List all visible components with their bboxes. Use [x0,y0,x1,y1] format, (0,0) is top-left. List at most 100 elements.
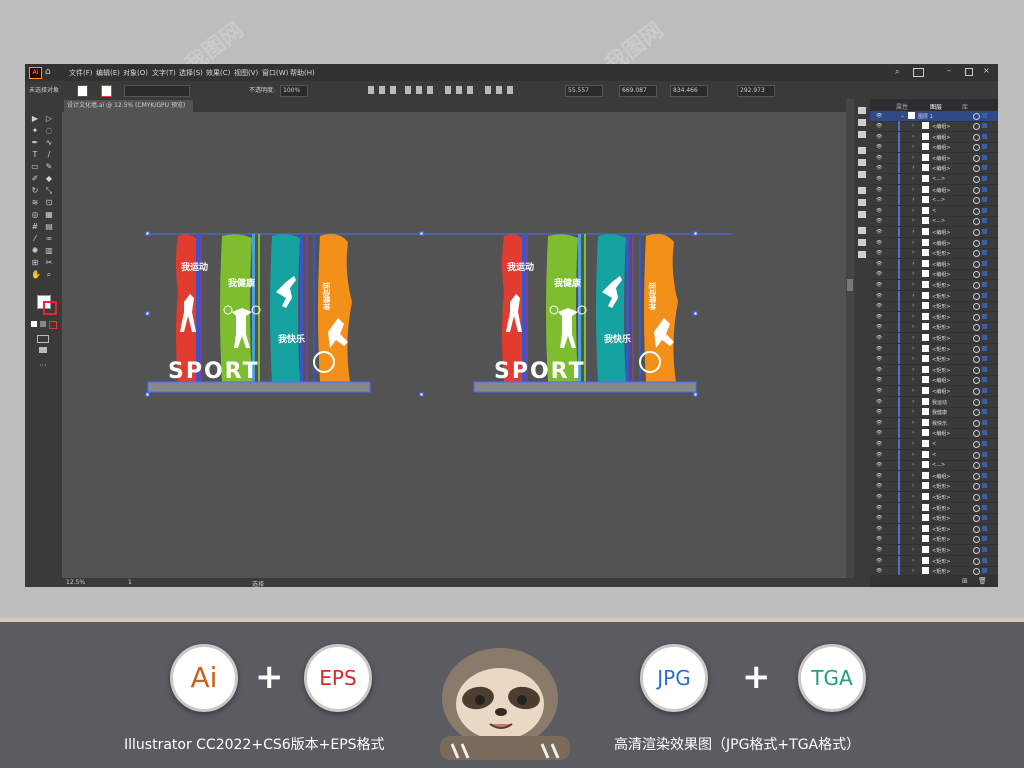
x-field[interactable]: 55.557 [565,85,603,97]
target-circle-icon[interactable] [973,176,980,183]
target-circle-icon[interactable] [973,515,980,523]
visibility-eye-icon[interactable]: 👁 [876,515,882,521]
layer-row[interactable]: 👁 › <...> [870,174,998,185]
expand-arrow-icon[interactable]: › [912,472,914,479]
selection-indicator[interactable] [982,557,987,563]
target-circle-icon[interactable] [973,388,980,395]
layer-row[interactable]: 👁 › <...> [870,216,998,228]
layer-row[interactable]: 👁 › <编组> [870,227,998,238]
layer-row[interactable]: 👁 › < [870,205,998,217]
selection-indicator[interactable] [982,451,987,457]
selection-indicator[interactable] [982,239,987,245]
rectangle-tool-icon[interactable]: ▭ [31,163,39,171]
vertical-scrollbar[interactable] [846,99,854,578]
expand-arrow-icon[interactable]: › [912,186,914,193]
expand-arrow-icon[interactable]: › [912,323,914,330]
selection-indicator[interactable] [982,250,987,256]
visibility-eye-icon[interactable]: 👁 [876,134,882,140]
visibility-eye-icon[interactable]: 👁 [876,218,882,224]
layer-row[interactable]: 👁 › < [870,439,998,450]
visibility-eye-icon[interactable]: 👁 [876,473,882,479]
layer-row[interactable]: 👁 › <矩形> [870,311,998,323]
visibility-eye-icon[interactable]: 👁 [876,208,882,214]
visibility-eye-icon[interactable]: 👁 [876,261,882,267]
layer-row[interactable]: 👁 › <矩形> [870,481,998,493]
expand-arrow-icon[interactable]: › [912,270,914,277]
visibility-eye-icon[interactable]: 👁 [876,505,882,511]
none-mode-icon[interactable] [49,321,57,329]
transparency-icon[interactable] [858,211,866,218]
menu-type[interactable]: 文字(T) [152,68,176,78]
visibility-eye-icon[interactable]: 👁 [876,155,882,161]
target-circle-icon[interactable] [973,377,980,385]
target-circle-icon[interactable] [973,154,980,162]
selection-indicator[interactable] [982,282,987,287]
width-tool-icon[interactable]: ≋ [31,199,39,207]
visibility-eye-icon[interactable]: 👁 [876,176,882,182]
expand-arrow-icon[interactable]: › [912,557,914,564]
visibility-eye-icon[interactable]: 👁 [876,526,882,532]
expand-arrow-icon[interactable]: › [912,313,914,320]
target-circle-icon[interactable] [973,398,980,406]
layer-row[interactable]: 👁 › <编组> [870,269,998,281]
visibility-eye-icon[interactable]: 👁 [876,462,882,468]
layer-row[interactable]: 👁 › <编组> [870,258,998,270]
selection-indicator[interactable] [982,504,987,510]
color-icon[interactable] [858,119,866,126]
target-circle-icon[interactable] [973,335,980,342]
layer-row[interactable]: 👁 › <编组> [870,152,998,164]
target-circle-icon[interactable] [973,525,980,533]
pathfinder-icon[interactable] [858,251,866,258]
selection-indicator[interactable] [982,324,987,330]
selection-indicator[interactable] [982,292,987,298]
menu-help[interactable]: 帮助(H) [290,68,315,78]
target-circle-icon[interactable] [973,441,980,448]
arrange-icon[interactable] [913,68,924,77]
target-circle-icon[interactable] [973,282,980,289]
gradient-tool-icon[interactable]: ▤ [45,223,53,231]
layer-row[interactable]: 👁 › <编组> [870,470,998,482]
more-tools-icon[interactable]: ··· [39,361,47,370]
visibility-eye-icon[interactable]: 👁 [876,197,882,203]
target-circle-icon[interactable] [973,186,980,194]
layer-row[interactable]: 👁 › <矩形> [870,301,998,313]
expand-arrow-icon[interactable]: › [912,143,914,150]
selection-indicator[interactable] [982,303,987,309]
visibility-eye-icon[interactable]: 👁 [876,293,882,299]
expand-arrow-icon[interactable]: ⌄ [900,112,905,119]
selection-indicator[interactable] [982,197,987,203]
target-circle-icon[interactable] [973,207,980,215]
expand-arrow-icon[interactable]: › [912,429,914,436]
visibility-eye-icon[interactable]: 👁 [876,314,882,320]
expand-arrow-icon[interactable]: › [912,281,914,288]
selection-indicator[interactable] [982,525,987,531]
expand-arrow-icon[interactable]: › [912,207,914,214]
canvas-area[interactable]: 我运动 我健康 我快乐 运动精神 SPORT 我运动 我健康 我快乐 运动精神 … [62,112,846,578]
visibility-eye-icon[interactable]: 👁 [876,165,882,171]
layer-row[interactable]: 👁 › <...> [870,195,998,207]
hand-tool-icon[interactable]: ✋ [31,271,41,279]
selection-indicator[interactable] [982,229,987,234]
visibility-eye-icon[interactable]: 👁 [876,494,882,500]
target-circle-icon[interactable] [973,483,980,491]
distribute-right-icon[interactable] [507,86,513,94]
selection-indicator[interactable] [982,356,987,362]
selection-indicator[interactable] [982,165,987,171]
target-circle-icon[interactable] [973,472,980,480]
layer-row[interactable]: 👁 › <编组> [870,121,998,132]
target-circle-icon[interactable] [973,250,980,258]
selection-indicator[interactable] [982,462,987,468]
menu-edit[interactable]: 编辑(E) [96,68,120,78]
brushes-icon[interactable] [858,147,866,154]
distribute-center-icon[interactable] [496,86,502,94]
stroke-swatch[interactable] [101,85,112,97]
layer-row[interactable]: 👁 › <编组> [870,237,998,249]
visibility-eye-icon[interactable]: 👁 [876,346,882,352]
eyedropper-icon[interactable]: ⁄ [31,235,39,243]
layer-row[interactable]: 👁 › <矩形> [870,534,998,546]
layer-row[interactable]: 👁 › <矩形> [870,502,998,514]
expand-arrow-icon[interactable]: › [912,567,914,574]
selection-indicator[interactable] [982,123,987,128]
rotate-tool-icon[interactable]: ↻ [31,187,39,195]
expand-arrow-icon[interactable]: › [912,398,914,405]
